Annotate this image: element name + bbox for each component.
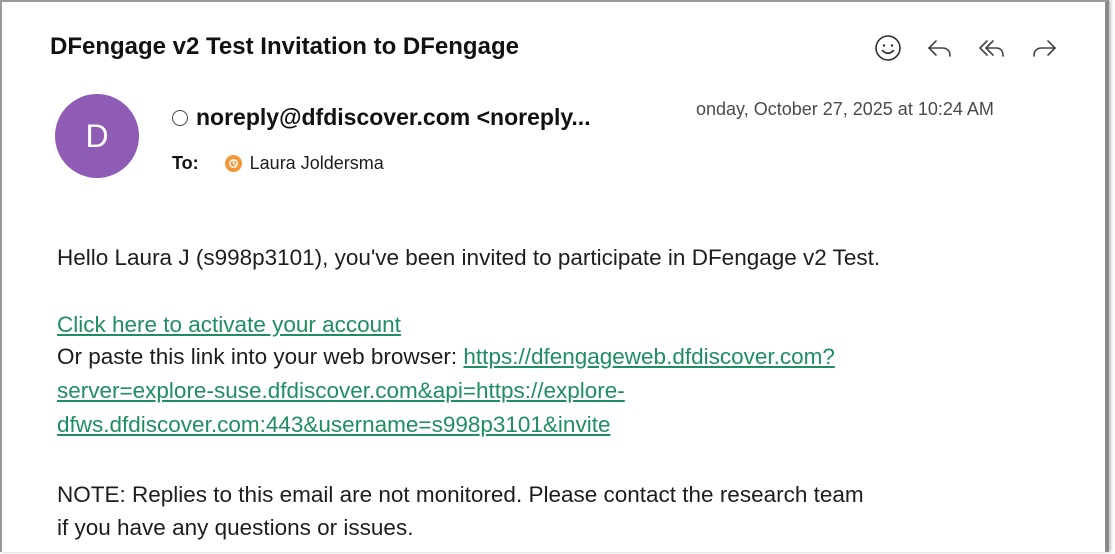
note-text-line1: NOTE: Replies to this email are not moni… [57,482,864,507]
to-label: To: [172,153,199,173]
sender-row[interactable]: noreply@dfdiscover.com <noreply... [172,104,591,131]
email-subject: DFengage v2 Test Invitation to DFengage [50,33,519,60]
paste-link-prefix: Or paste this link into your web browser… [57,344,464,369]
activate-account-link-row: Click here to activate your account [57,309,401,341]
activate-account-link[interactable]: Click here to activate your account [57,312,401,337]
sender-avatar[interactable]: D [55,94,139,178]
greeting-text: Hello Laura J (s998p3101), you've been i… [57,245,881,270]
forward-icon[interactable] [1026,30,1062,66]
paste-link-row: Or paste this link into your web browser… [57,341,835,373]
activation-url-part3[interactable]: dfws.dfdiscover.com:443&username=s998p31… [57,412,610,437]
activation-url-line2-row: server=explore-suse.dfdiscover.com&api=h… [57,375,625,407]
activation-url-part1[interactable]: https://dfengageweb.dfdiscover.com? [463,344,834,369]
emoji-reaction-icon[interactable] [870,30,906,66]
recipient-name[interactable]: Laura Joldersma [250,153,384,174]
message-date: onday, October 27, 2025 at 10:24 AM [696,99,994,119]
note-text-line2: if you have any questions or issues. [57,515,414,540]
activation-url-line3-row: dfws.dfdiscover.com:443&username=s998p31… [57,409,610,441]
message-toolbar [870,30,1062,66]
recipients-row: To: Laura Joldersma [172,153,384,174]
sender-address[interactable]: noreply@dfdiscover.com <noreply... [196,104,591,131]
email-window: DFengage v2 Test Invitation to DFengage [0,0,1109,552]
activation-url-part2[interactable]: server=explore-suse.dfdiscover.com&api=h… [57,378,625,403]
sender-status-icon [172,109,188,126]
reply-all-icon[interactable] [974,30,1010,66]
reply-icon[interactable] [922,30,958,66]
recipient-status-icon [224,155,242,172]
avatar-initial: D [85,117,109,154]
